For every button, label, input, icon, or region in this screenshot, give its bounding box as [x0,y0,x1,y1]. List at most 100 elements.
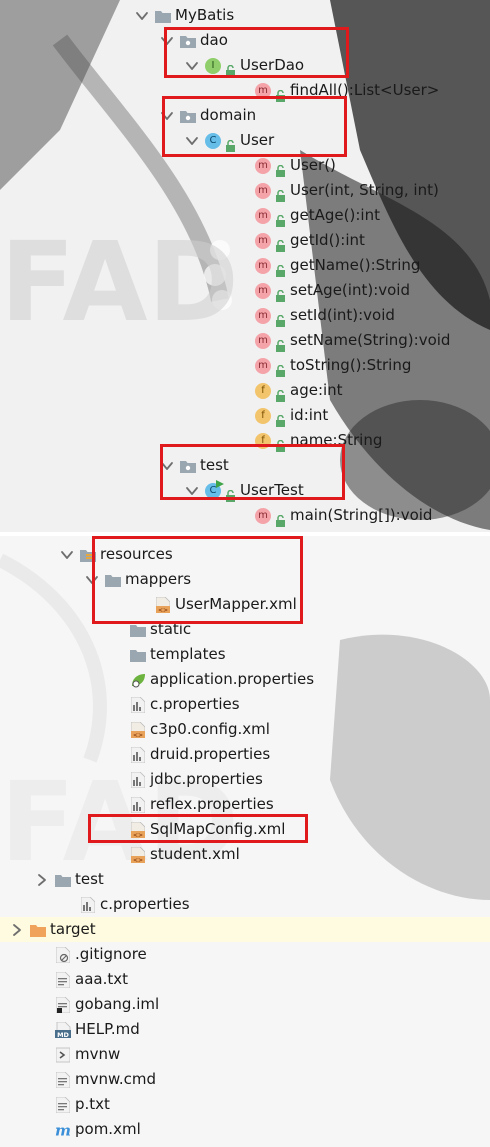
svg-text:MD: MD [57,1031,69,1038]
tree-node-user-int-string-int[interactable]: m User(int, String, int) [255,178,439,203]
tree-node-setid-int-void[interactable]: m setId(int):void [255,303,395,328]
markdown-file-icon: MD [55,1021,71,1038]
tree-node-label: druid.properties [150,745,271,763]
method-icon: m [255,282,271,299]
text-file-icon [55,971,71,988]
tree-node-label: c3p0.config.xml [150,720,270,738]
tree-node-setage-int-void[interactable]: m setAge(int):void [255,278,410,303]
tree-node-label: test [75,870,104,888]
method-icon: m [255,207,271,224]
tree-node-getid-int[interactable]: m getId():int [255,228,365,253]
properties-file-icon [130,771,146,788]
tree-node-label: c.properties [100,895,190,913]
tree-node-label: main(String[]):void [290,506,433,524]
tree-node-jdbc-properties[interactable]: jdbc.properties [130,767,263,792]
public-access-icon [275,85,286,102]
tree-node-age-int[interactable]: f age:int [255,378,343,403]
tree-node-id-int[interactable]: f id:int [255,403,328,428]
tree-node-label: setAge(int):void [290,281,410,299]
tree-node-student-xml[interactable]: <> student.xml [130,842,240,867]
tree-node-label: application.properties [150,670,315,688]
method-icon: m [255,232,271,249]
highlight-box-sqlmapconfig [88,814,308,843]
method-icon: m [255,157,271,174]
tree-node-label: setName(String):void [290,331,451,349]
public-access-icon [275,510,286,527]
tree-node-label: jdbc.properties [150,770,263,788]
public-access-icon [275,160,286,177]
tree-node-label: HELP.md [75,1020,140,1038]
field-icon: f [255,382,271,399]
tree-node-test[interactable]: test [35,867,104,892]
tree-node-mybatis[interactable]: MyBatis [135,3,234,28]
chevron-down-icon[interactable] [60,548,74,562]
xml-file-icon: <> [130,846,146,863]
tree-node-label: target [50,920,96,938]
tree-node-p-txt[interactable]: p.txt [55,1092,110,1117]
text-file-icon [55,1071,71,1088]
public-access-icon [275,185,286,202]
method-icon: m [255,182,271,199]
public-access-icon [275,360,286,377]
tree-node-label: getAge():int [290,206,380,224]
highlight-box-resources [92,536,303,624]
tree-node-label: getId():int [290,231,365,249]
tree-node-getage-int[interactable]: m getAge():int [255,203,380,228]
tree-node-gobang-iml[interactable]: gobang.iml [55,992,159,1017]
spring-properties-icon [130,672,146,688]
properties-file-icon [80,896,96,913]
iml-file-icon [55,996,71,1013]
tree-node-pom-xml[interactable]: m pom.xml [55,1117,141,1142]
svg-text:<>: <> [133,732,143,738]
tree-node-c3p0-config-xml[interactable]: <> c3p0.config.xml [130,717,270,742]
tree-node-label: aaa.txt [75,970,128,988]
tree-node-label: c.properties [150,695,240,713]
chevron-right-icon[interactable] [10,923,24,937]
tree-node-tostring-string[interactable]: m toString():String [255,353,411,378]
tree-node-label: age:int [290,381,343,399]
text-file-icon [55,1096,71,1113]
chevron-right-icon[interactable] [35,873,49,887]
tree-node-main-string-void[interactable]: m main(String[]):void [255,503,432,528]
tree-node-label: setId(int):void [290,306,395,324]
tree-node-label: pom.xml [75,1120,141,1138]
public-access-icon [275,335,286,352]
method-icon: m [255,307,271,324]
properties-file-icon [130,696,146,713]
gitignore-file-icon [55,946,71,963]
public-access-icon [275,310,286,327]
tree-node-application-properties[interactable]: application.properties [130,667,314,692]
method-icon: m [255,357,271,374]
method-icon: m [255,507,271,524]
tree-node-target[interactable]: target [10,917,96,942]
properties-file-icon [130,796,146,813]
tree-node-templates[interactable]: templates [130,642,226,667]
tree-node-label: mvnw [75,1045,121,1063]
orange-folder-icon [30,922,46,938]
xml-file-icon: <> [130,721,146,738]
maven-icon: m [55,1122,71,1138]
tree-node-label: getName():String [290,256,421,274]
tree-node-getname-string[interactable]: m getName():String [255,253,420,278]
tree-node-c-properties[interactable]: c.properties [80,892,190,917]
tree-node-mvnw-cmd[interactable]: mvnw.cmd [55,1067,156,1092]
svg-text:FAD: FAD [0,218,239,346]
folder-icon [55,872,71,888]
tree-node-label: templates [150,645,226,663]
chevron-down-icon[interactable] [135,9,149,23]
tree-node-setname-string-void[interactable]: m setName(String):void [255,328,450,353]
tree-node-mvnw[interactable]: mvnw [55,1042,120,1067]
tree-node-druid-properties[interactable]: druid.properties [130,742,270,767]
shell-file-icon [55,1047,71,1063]
tree-node-label: toString():String [290,356,412,374]
tree-node-help-md[interactable]: MD HELP.md [55,1017,140,1042]
public-access-icon [275,235,286,252]
tree-node-aaa-txt[interactable]: aaa.txt [55,967,128,992]
folder-icon [130,647,146,663]
highlight-box-test [160,444,345,500]
tree-node-gitignore[interactable]: .gitignore [55,942,147,967]
field-icon: f [255,407,271,424]
method-icon: m [255,257,271,274]
highlight-box-dao [164,27,349,78]
tree-node-c-properties[interactable]: c.properties [130,692,240,717]
